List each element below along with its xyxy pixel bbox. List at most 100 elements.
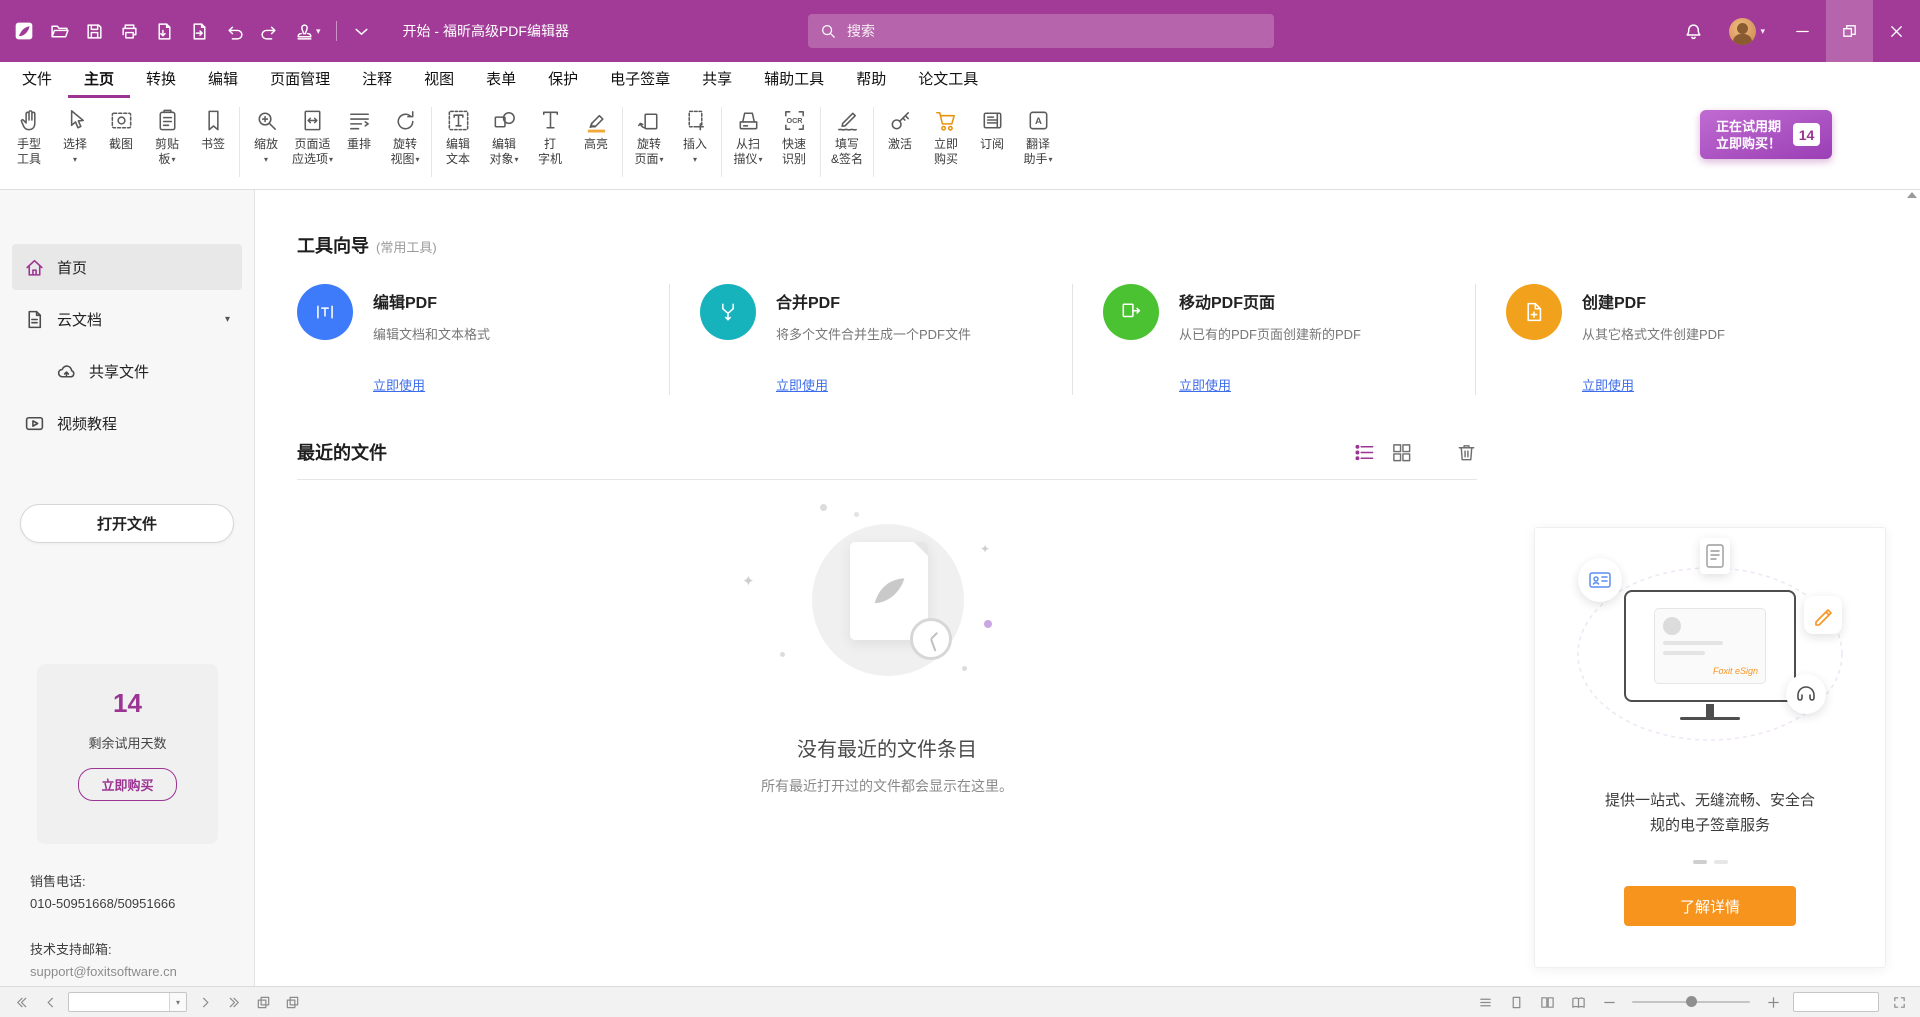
- convert-file-icon[interactable]: [189, 21, 209, 41]
- ribbon-clipboard[interactable]: 剪贴 板▾: [144, 103, 190, 167]
- save-icon[interactable]: [84, 21, 104, 41]
- ribbon-select[interactable]: 选择 ▾: [52, 103, 98, 167]
- minimize-button[interactable]: [1779, 0, 1826, 62]
- reading-mode-icon[interactable]: [1474, 991, 1496, 1013]
- ribbon-translate-assistant[interactable]: A 翻译 助手▾: [1015, 103, 1061, 167]
- ribbon-fill-sign[interactable]: 填写 &签名: [824, 103, 870, 167]
- undo-icon[interactable]: [224, 21, 244, 41]
- next-view-icon[interactable]: [281, 991, 303, 1013]
- clear-recent-trash-icon[interactable]: [1456, 442, 1477, 463]
- ribbon-ocr[interactable]: OCR 快速 识别: [771, 103, 817, 167]
- list-view-icon[interactable]: [1354, 442, 1375, 463]
- sidebar-item-shared-files[interactable]: 共享文件: [12, 348, 242, 394]
- buy-now-button[interactable]: 立即购买: [78, 768, 176, 801]
- support-email-address[interactable]: support@foxitsoftware.cn: [30, 962, 177, 981]
- ribbon-bookmark[interactable]: 书签: [190, 103, 236, 167]
- menu-comment[interactable]: 注释: [346, 62, 408, 98]
- menu-view[interactable]: 视图: [408, 62, 470, 98]
- fullscreen-icon[interactable]: [1888, 991, 1910, 1013]
- expand-caret-icon[interactable]: ▾: [225, 314, 230, 325]
- carousel-dots[interactable]: [1693, 860, 1728, 864]
- menu-esign[interactable]: 电子签章: [594, 62, 686, 98]
- menu-protect[interactable]: 保护: [532, 62, 594, 98]
- ribbon-buy-now[interactable]: 立即 购买: [923, 103, 969, 167]
- single-page-view-icon[interactable]: [1505, 991, 1527, 1013]
- next-page-icon[interactable]: [194, 991, 216, 1013]
- ribbon-rotate-view[interactable]: 旋转 视图▾: [382, 103, 428, 167]
- menu-edit[interactable]: 编辑: [192, 62, 254, 98]
- zoom-value-input[interactable]: [1794, 993, 1878, 1011]
- sidebar: 首页 云文档 ▾ 共享文件 视频教程 打开文件 14: [0, 190, 255, 986]
- search-box[interactable]: [808, 14, 1274, 48]
- zoom-value-box[interactable]: [1793, 992, 1879, 1012]
- print-icon[interactable]: [119, 21, 139, 41]
- notifications-bell-icon[interactable]: [1683, 21, 1703, 41]
- facing-view-icon[interactable]: [1536, 991, 1558, 1013]
- use-now-link[interactable]: 立即使用: [1179, 375, 1231, 394]
- account-caret-icon[interactable]: ▾: [1760, 26, 1765, 37]
- book-view-icon[interactable]: [1567, 991, 1589, 1013]
- collapse-toolbar-icon[interactable]: [352, 21, 372, 41]
- open-file-button[interactable]: 打开文件: [20, 504, 234, 543]
- menu-paper-tools[interactable]: 论文工具: [902, 62, 994, 98]
- menu-form[interactable]: 表单: [470, 62, 532, 98]
- menu-convert[interactable]: 转换: [130, 62, 192, 98]
- carousel-dot-active[interactable]: [1693, 860, 1707, 864]
- sidebar-item-home[interactable]: 首页: [12, 244, 242, 290]
- close-button[interactable]: [1873, 0, 1920, 62]
- previous-page-icon[interactable]: [39, 991, 61, 1013]
- menu-page-organize[interactable]: 页面管理: [254, 62, 346, 98]
- previous-view-icon[interactable]: [252, 991, 274, 1013]
- ribbon-insert[interactable]: 插入 ▾: [672, 103, 718, 167]
- use-now-link[interactable]: 立即使用: [1582, 375, 1634, 394]
- redo-icon[interactable]: [259, 21, 279, 41]
- ribbon-activate[interactable]: 激活: [877, 103, 923, 167]
- zoom-out-icon[interactable]: [1598, 991, 1620, 1013]
- use-now-link[interactable]: 立即使用: [373, 375, 425, 394]
- cart-icon: [933, 107, 960, 134]
- menu-file[interactable]: 文件: [6, 62, 68, 98]
- ribbon-edit-text[interactable]: 编辑 文本: [435, 103, 481, 167]
- sidebar-item-video-tutorials[interactable]: 视频教程: [12, 400, 242, 446]
- first-page-icon[interactable]: [10, 991, 32, 1013]
- ribbon-edit-object[interactable]: 编辑 对象▾: [481, 103, 527, 167]
- esign-tool-button[interactable]: ▾: [294, 21, 321, 41]
- dropdown-caret-icon: ▾: [264, 152, 268, 167]
- restore-button[interactable]: [1826, 0, 1873, 62]
- ribbon-from-scanner[interactable]: 从扫 描仪▾: [725, 103, 771, 167]
- carousel-dot[interactable]: [1714, 860, 1728, 864]
- ribbon-reflow[interactable]: 重排: [336, 103, 382, 167]
- ribbon-zoom[interactable]: 缩放 ▾: [243, 103, 289, 167]
- zoom-slider-thumb[interactable]: [1686, 996, 1697, 1007]
- card-title: 编辑PDF: [373, 289, 490, 313]
- use-now-link[interactable]: 立即使用: [776, 375, 828, 394]
- export-pdf-icon[interactable]: [154, 21, 174, 41]
- menu-home[interactable]: 主页: [68, 62, 130, 98]
- menu-accessibility[interactable]: 辅助工具: [748, 62, 840, 98]
- ribbon-typewriter[interactable]: 打 字机: [527, 103, 573, 167]
- sidebar-item-cloud-docs[interactable]: 云文档 ▾: [12, 296, 242, 342]
- page-number-box[interactable]: ▾: [68, 992, 187, 1012]
- ribbon-hand-tool[interactable]: 手型 工具: [6, 103, 52, 167]
- zoom-in-icon[interactable]: [1762, 991, 1784, 1013]
- zoom-slider[interactable]: [1632, 1001, 1750, 1003]
- ribbon-fit-options[interactable]: 页面适 应选项▾: [289, 103, 336, 167]
- card-move-pdf-pages: 移动PDF页面 从已有的PDF页面创建新的PDF 立即使用: [1073, 284, 1476, 395]
- ribbon-rotate-pages[interactable]: 旋转 页面▾: [626, 103, 672, 167]
- open-file-icon[interactable]: [49, 21, 69, 41]
- last-page-icon[interactable]: [223, 991, 245, 1013]
- page-list-caret-icon[interactable]: ▾: [169, 992, 186, 1012]
- ribbon-snapshot[interactable]: 截图: [98, 103, 144, 167]
- ribbon-subscribe[interactable]: 订阅: [969, 103, 1015, 167]
- titlebar-divider: [336, 21, 337, 41]
- learn-more-button[interactable]: 了解详情: [1624, 886, 1796, 926]
- trial-banner[interactable]: 正在试用期 立即购买！ 14: [1700, 110, 1832, 159]
- grid-view-icon[interactable]: [1391, 442, 1412, 463]
- user-avatar[interactable]: [1729, 18, 1756, 45]
- search-input[interactable]: [845, 22, 1262, 40]
- ribbon-highlight[interactable]: 高亮: [573, 103, 619, 167]
- menu-help[interactable]: 帮助: [840, 62, 902, 98]
- scroll-up-icon[interactable]: [1906, 192, 1918, 206]
- page-number-input[interactable]: [69, 993, 169, 1011]
- menu-share[interactable]: 共享: [686, 62, 748, 98]
